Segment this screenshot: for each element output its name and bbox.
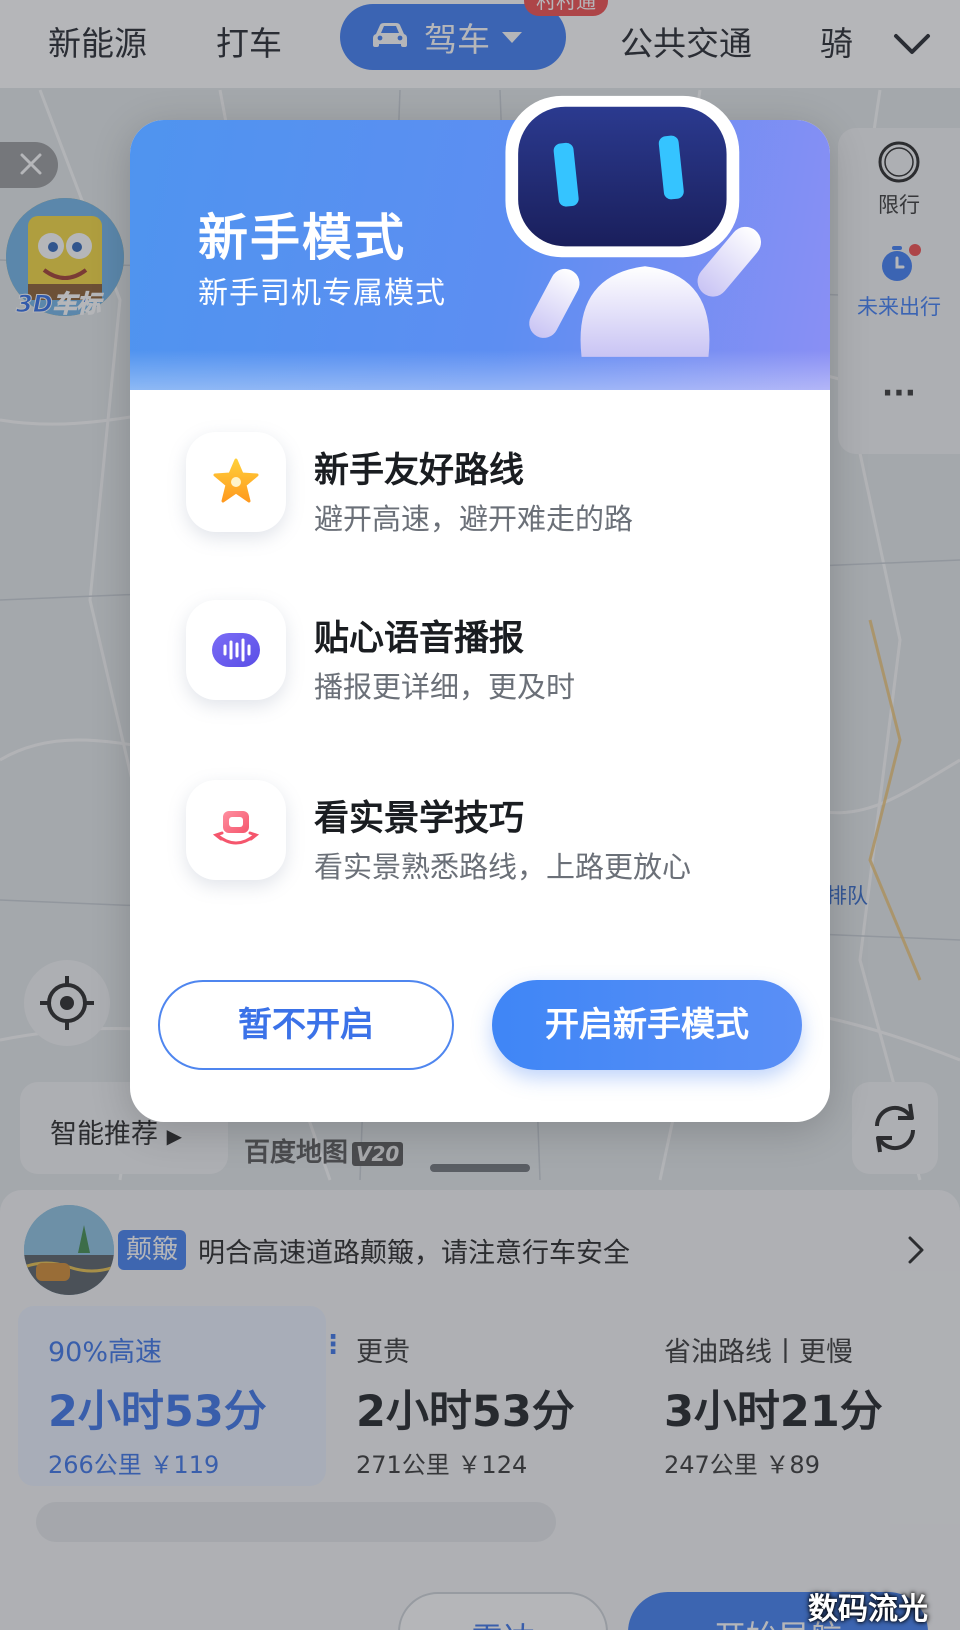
feature-desc: 看实景熟悉路线，上路更放心	[314, 850, 692, 884]
star-icon	[213, 458, 259, 503]
live-view-icon	[212, 811, 260, 845]
dialog-title: 新手模式	[198, 209, 406, 267]
feature-icon-container	[186, 780, 286, 880]
feature-icon-container	[186, 600, 286, 700]
feature-item-voice-broadcast: 贴心语音播报 播报更详细，更及时	[186, 600, 806, 720]
feature-title: 看实景学技巧	[314, 799, 525, 839]
feature-title: 贴心语音播报	[314, 619, 525, 659]
dialog-subtitle: 新手司机专属模式	[198, 276, 446, 311]
feature-desc: 避开高速，避开难走的路	[314, 502, 634, 536]
feature-item-live-view: 看实景学技巧 看实景熟悉路线，上路更放心	[186, 780, 806, 900]
corner-watermark: 数码流光	[808, 1592, 928, 1627]
feature-title: 新手友好路线	[314, 451, 525, 491]
not-now-button[interactable]: 暂不开启	[158, 980, 454, 1070]
feature-desc: 播报更详细，更及时	[314, 670, 576, 704]
robot-mascot-icon	[505, 95, 761, 357]
feature-icon-container	[186, 432, 286, 532]
enable-novice-mode-button[interactable]: 开启新手模式	[492, 980, 802, 1070]
voice-wave-icon	[212, 633, 260, 667]
feature-item-friendly-route: 新手友好路线 避开高速，避开难走的路	[186, 432, 806, 552]
